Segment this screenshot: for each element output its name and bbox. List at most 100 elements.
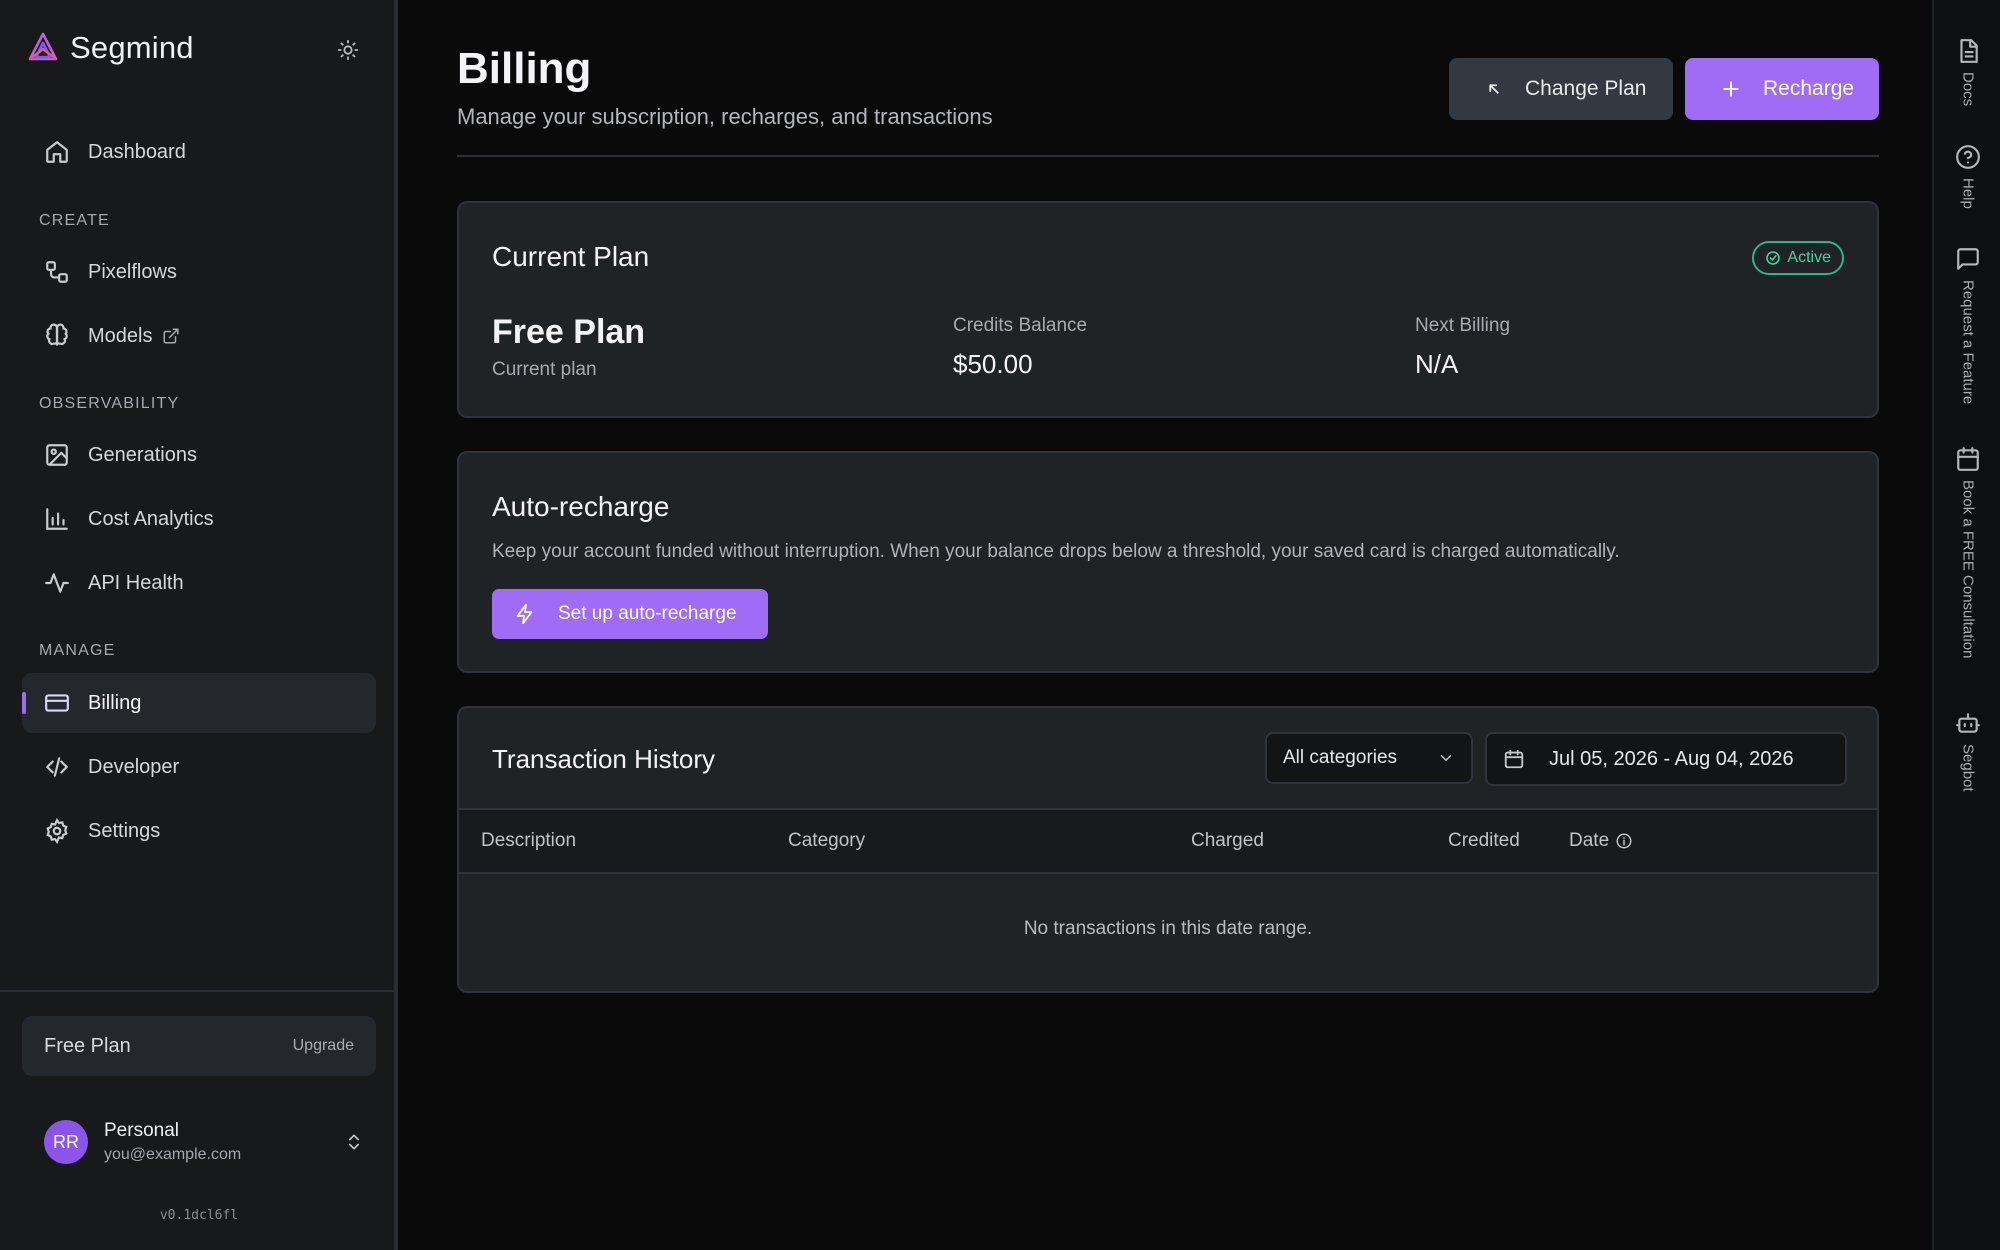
sidebar-item-api-health[interactable]: API Health <box>22 553 376 613</box>
sidebar-item-label: Dashboard <box>88 140 186 163</box>
setup-auto-recharge-button[interactable]: Set up auto-recharge <box>492 589 768 639</box>
page-title: Billing <box>457 44 592 93</box>
status-badge: Active <box>1752 241 1844 275</box>
rail-item-segbot[interactable]: Segbot <box>1934 710 2000 792</box>
brand[interactable]: Segmind <box>26 30 194 66</box>
auto-recharge-title: Auto-recharge <box>492 491 670 522</box>
status-badge-label: Active <box>1787 249 1831 266</box>
transaction-history-title: Transaction History <box>492 744 715 774</box>
calendar-icon <box>1503 748 1525 770</box>
upgrade-link[interactable]: Upgrade <box>293 1037 354 1055</box>
transaction-history-card: Transaction History All categories Jul 0… <box>457 706 1879 993</box>
next-billing-value: N/A <box>1415 349 1459 379</box>
recharge-button[interactable]: Recharge <box>1685 58 1879 120</box>
sidebar-item-label: Developer <box>88 755 180 778</box>
column-header-date[interactable]: Date <box>1569 830 1633 852</box>
message-square-icon <box>1955 246 1981 272</box>
account-switcher[interactable]: RR Personal you@example.com <box>44 1118 364 1166</box>
header-divider <box>457 155 1879 157</box>
page-subtitle: Manage your subscription, recharges, and… <box>457 104 993 129</box>
activity-icon <box>44 570 70 596</box>
chevron-up-down-icon <box>344 1132 364 1152</box>
bar-chart-icon <box>44 506 70 532</box>
sidebar-plan-card: Free Plan Upgrade <box>22 1016 376 1076</box>
image-icon <box>44 442 70 468</box>
credits-balance-label: Credits Balance <box>953 315 1088 336</box>
app-version: v0.1dcl6fl <box>159 1208 239 1223</box>
brand-name: Segmind <box>70 30 194 65</box>
theme-toggle-button[interactable] <box>334 36 362 64</box>
sidebar-item-label: Models <box>88 324 153 347</box>
gear-icon <box>44 818 70 844</box>
date-range-picker[interactable]: Jul 05, 2026 - Aug 04, 2026 <box>1485 732 1847 786</box>
column-header-charged[interactable]: Charged <box>1191 830 1264 852</box>
credit-card-icon <box>44 690 70 716</box>
column-header-date-label: Date <box>1569 830 1610 851</box>
account-email: you@example.com <box>104 1146 242 1163</box>
rail-item-request-feature[interactable]: Request a Feature <box>1934 246 2000 404</box>
sidebar-item-label: Cost Analytics <box>88 507 214 530</box>
avatar: RR <box>44 1120 88 1164</box>
doc-icon <box>1955 38 1981 64</box>
rail-item-label: Request a Feature <box>1959 280 1977 405</box>
rail-item-label: Help <box>1959 178 1977 209</box>
sun-icon <box>337 39 359 61</box>
rail-item-label: Docs <box>1959 72 1977 107</box>
segmind-logo-icon <box>26 31 60 65</box>
recharge-label: Recharge <box>1763 77 1855 100</box>
sidebar-item-label: Billing <box>88 691 142 714</box>
credits-balance-value: $50.00 <box>953 349 1033 379</box>
table-header: Description Category Charged Credited Da… <box>459 808 1877 874</box>
rail-item-label: Book a FREE Consultation <box>1959 480 1977 659</box>
auto-recharge-description: Keep your account funded without interru… <box>492 541 1620 562</box>
arrow-up-left-icon <box>1485 80 1503 98</box>
help-circle-icon <box>1955 144 1981 170</box>
bot-icon <box>1955 710 1981 736</box>
date-range-value: Jul 05, 2026 - Aug 04, 2026 <box>1549 747 1794 770</box>
setup-auto-recharge-label: Set up auto-recharge <box>558 603 737 624</box>
current-plan-card: Current Plan Active Free Plan Current pl… <box>457 201 1879 418</box>
plus-icon <box>1721 79 1741 99</box>
sidebar: Segmind Dashboard CREATE Pixelflows Mode… <box>0 0 398 1250</box>
workflow-icon <box>44 259 70 285</box>
sidebar-item-models[interactable]: Models <box>22 306 376 366</box>
right-rail: Docs Help Request a Feature Book a FREE … <box>1932 0 2000 1250</box>
rail-item-book-consultation[interactable]: Book a FREE Consultation <box>1934 446 2000 658</box>
section-label-create: CREATE <box>39 212 110 229</box>
auto-recharge-card: Auto-recharge Keep your account funded w… <box>457 451 1879 673</box>
column-header-category[interactable]: Category <box>788 830 865 852</box>
active-indicator <box>22 692 26 714</box>
sidebar-item-pixelflows[interactable]: Pixelflows <box>22 242 376 302</box>
change-plan-button[interactable]: Change Plan <box>1449 58 1673 120</box>
code-icon <box>44 754 70 780</box>
sidebar-item-cost-analytics[interactable]: Cost Analytics <box>22 489 376 549</box>
info-icon[interactable] <box>1615 832 1633 850</box>
sidebar-item-dashboard[interactable]: Dashboard <box>22 122 376 182</box>
sidebar-item-label: Settings <box>88 819 161 842</box>
external-link-icon <box>162 327 180 345</box>
account-name: Personal <box>104 1120 179 1141</box>
sidebar-item-developer[interactable]: Developer <box>22 737 376 797</box>
current-plan-title: Current Plan <box>492 241 650 272</box>
column-header-credited[interactable]: Credited <box>1448 830 1520 852</box>
main-content: Billing Manage your subscription, rechar… <box>402 0 1932 1250</box>
sidebar-plan-name: Free Plan <box>44 1034 131 1057</box>
category-filter-select[interactable]: All categories <box>1265 732 1473 784</box>
category-filter-value: All categories <box>1283 747 1398 768</box>
sidebar-item-label: Pixelflows <box>88 260 177 283</box>
lightning-icon <box>514 603 536 625</box>
chevron-down-icon <box>1437 749 1455 767</box>
rail-item-help[interactable]: Help <box>1934 144 2000 209</box>
sidebar-item-label: Generations <box>88 443 197 466</box>
column-header-description[interactable]: Description <box>481 830 576 852</box>
sidebar-divider <box>0 990 398 992</box>
section-label-observability: OBSERVABILITY <box>39 395 180 412</box>
rail-item-docs[interactable]: Docs <box>1934 38 2000 106</box>
sidebar-item-billing[interactable]: Billing <box>22 673 376 733</box>
sidebar-item-settings[interactable]: Settings <box>22 801 376 861</box>
calendar-icon <box>1955 446 1981 472</box>
sidebar-item-generations[interactable]: Generations <box>22 425 376 485</box>
change-plan-label: Change Plan <box>1525 77 1647 100</box>
check-circle-icon <box>1765 250 1781 266</box>
empty-state-message: No transactions in this date range. <box>1023 918 1313 939</box>
